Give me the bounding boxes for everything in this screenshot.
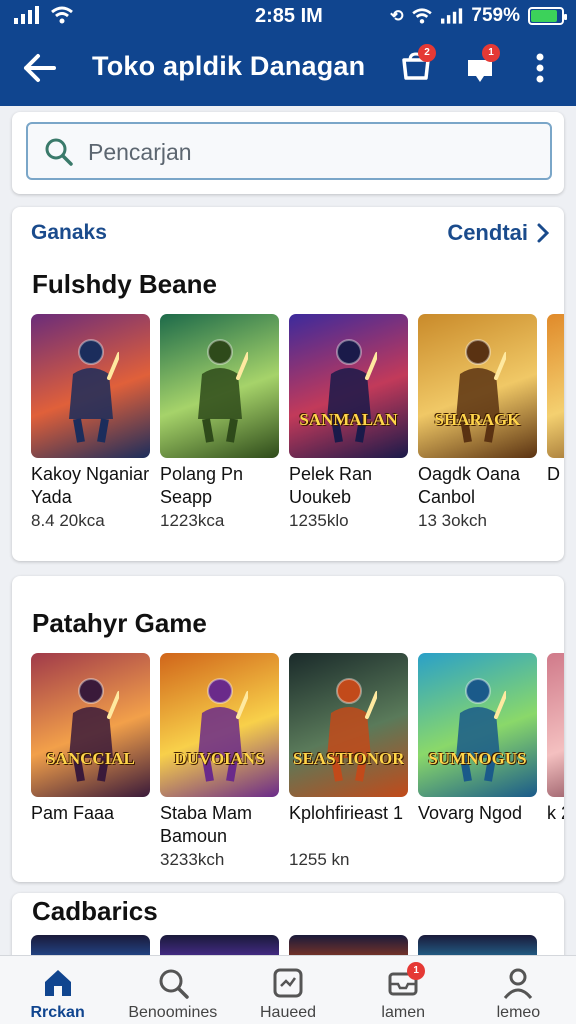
nav-item-lamen[interactable]: 1 lamen [346, 956, 461, 1024]
cart-button[interactable]: 2 [396, 44, 436, 88]
nav-badge: 1 [407, 962, 426, 980]
robot-knight-art[interactable]: SANMALAN [289, 314, 408, 458]
battery-icon [528, 7, 567, 25]
app-tile[interactable]: Polang Pn Seapp 1223kca [160, 314, 279, 531]
app-size: 3233kch [160, 850, 225, 869]
rifle-soldier-art[interactable]: SANCCIAL [31, 653, 150, 797]
partial-game-art[interactable] [547, 653, 564, 797]
nav-item-benoomines[interactable]: Benoomines [115, 956, 230, 1024]
partial-game-art[interactable] [547, 314, 564, 458]
gold-hero-art[interactable]: DUVOIANS [160, 653, 279, 797]
signal-icon [14, 6, 39, 24]
game-banner-text: SANMALAN [299, 410, 398, 429]
app-tile[interactable]: DUVOIANS Staba Mam Bamoun 3233kch [160, 653, 279, 870]
see-all-link[interactable]: Cendtai [447, 220, 550, 246]
home-icon [41, 966, 75, 1000]
app-tile[interactable]: k 2 1 [547, 653, 564, 870]
more-menu-icon[interactable] [520, 48, 560, 88]
guitar-hero-art[interactable] [31, 314, 150, 458]
app-name: Pelek Ran Uoukeb [289, 464, 373, 507]
search-card [12, 112, 564, 194]
app-name: Staba Mam Bamoun [160, 803, 253, 846]
search-input[interactable] [88, 136, 528, 168]
back-arrow-icon[interactable] [20, 50, 60, 86]
status-time: 2:85 IM [255, 5, 323, 27]
app-name: Polang Pn Seapp [160, 464, 244, 507]
game-banner-text: DUVOIANS [174, 749, 265, 768]
app-size: 8.4 20kca [31, 511, 105, 530]
status-bar: 2:85 IM ⟲ 759% [0, 0, 576, 32]
section-title: Fulshdy Beane [32, 269, 217, 299]
app-tile[interactable]: D S [547, 314, 564, 531]
nav-label: lamen [381, 1004, 425, 1021]
activity-icon [271, 966, 305, 1000]
app-name: k 2 1 [547, 803, 564, 823]
featured-section: Ganaks Cendtai Fulshdy Beane Kakoy Ngani… [12, 207, 564, 561]
notifications-button[interactable]: 1 [460, 44, 500, 88]
wifi-icon [51, 6, 73, 24]
game-banner-text: SHARAGK [434, 410, 521, 429]
nav-item-haueed[interactable]: Haueed [230, 956, 345, 1024]
red-gunner-art[interactable]: SUMNOGUS [418, 653, 537, 797]
app-size: 1255 kn [289, 850, 350, 869]
see-all-label: Cendtai [447, 220, 528, 245]
wifi-icon [412, 8, 433, 24]
battle-crowd-art[interactable]: SHARAGK [418, 314, 537, 458]
search-icon [156, 966, 190, 1000]
nav-label: Haueed [259, 1004, 317, 1021]
character-figure [68, 339, 119, 443]
rotation-icon: ⟲ [389, 8, 404, 25]
nav-item-rrckan[interactable]: Rrckan [0, 956, 115, 1024]
section-title: Cadbarics [32, 896, 158, 926]
profile-icon [501, 966, 535, 1000]
app-bar: Toko apldik Danagan 2 1 [0, 32, 576, 106]
app-name: Pam Faaa [31, 803, 115, 823]
nav-label: lemeo [496, 1004, 541, 1021]
popular-section: Patahyr Game SANCCIAL Pam Faaa DUVOIANS … [12, 576, 564, 882]
game-banner-text: SANCCIAL [46, 749, 135, 768]
game-banner-text: SEASTIONOR [293, 749, 404, 768]
app-size: 1223kca [160, 511, 225, 530]
signal-icon [441, 8, 463, 24]
dark-commander-art[interactable]: SEASTIONOR [289, 653, 408, 797]
game-banner-text: SUMNOGUS [428, 749, 527, 768]
nav-label: Benoomines [128, 1004, 218, 1021]
bottom-navigation: Rrckan Benoomines Haueed 1 lamen lemeo [0, 955, 576, 1024]
search-box[interactable] [26, 122, 552, 180]
app-size: 1235klo [289, 511, 349, 530]
search-icon [45, 138, 73, 166]
app-name: Vovarg Ngod [418, 803, 523, 823]
section-title: Patahyr Game [32, 608, 207, 638]
app-tile[interactable]: Kakoy Nganiar Yada 8.4 20kca [31, 314, 150, 531]
app-size: 13 3okch [418, 511, 487, 530]
app-tile[interactable]: SUMNOGUS Vovarg Ngod [418, 653, 537, 870]
app-name: D S [547, 464, 564, 484]
app-row: SANCCIAL Pam Faaa DUVOIANS Staba Mam Bam… [31, 653, 564, 870]
app-tile[interactable]: SHARAGK Oagdk Oana Canbol 13 3okch [418, 314, 537, 531]
page-title: Toko apldik Danagan [92, 51, 366, 81]
nav-item-lemeo[interactable]: lemeo [461, 956, 576, 1024]
app-tile[interactable]: SEASTIONOR Kplohfirieast 1 1255 kn [289, 653, 408, 870]
notification-badge: 1 [482, 44, 500, 62]
nav-label: Rrckan [30, 1004, 85, 1021]
armored-warrior-art[interactable] [160, 314, 279, 458]
app-row: Kakoy Nganiar Yada 8.4 20kca Polang Pn S… [31, 314, 564, 531]
app-name: Oagdk Oana Canbol [418, 464, 521, 507]
app-tile[interactable]: SANMALAN Pelek Ran Uoukeb 1235klo [289, 314, 408, 531]
category-label: Ganaks [31, 221, 107, 244]
app-name: Kplohfirieast 1 [289, 803, 404, 823]
battery-percent: 759% [471, 5, 520, 26]
character-figure [197, 339, 248, 443]
chevron-right-icon [537, 223, 550, 243]
app-tile[interactable]: SANCCIAL Pam Faaa [31, 653, 150, 870]
app-name: Kakoy Nganiar Yada [31, 464, 150, 507]
cart-badge: 2 [418, 44, 436, 62]
